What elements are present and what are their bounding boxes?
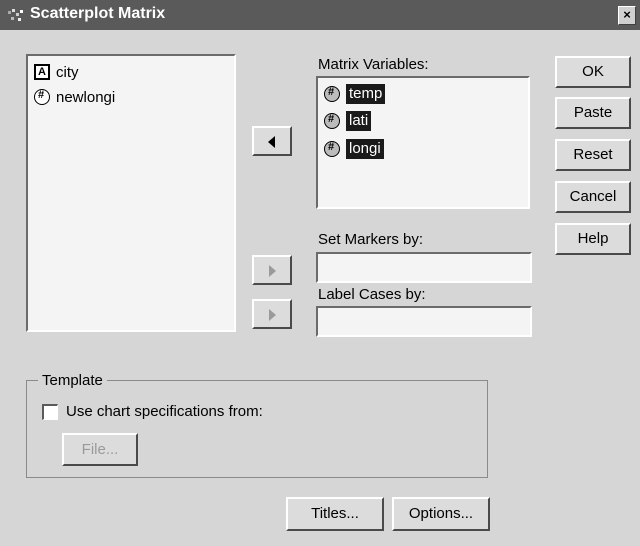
title-bar: Scatterplot Matrix × (0, 0, 640, 30)
arrow-left-icon (268, 136, 275, 148)
move-label-cases-button[interactable] (252, 299, 292, 329)
close-icon: × (623, 7, 631, 22)
label-cases-label: Label Cases by: (318, 286, 426, 303)
label-cases-field[interactable] (316, 306, 532, 337)
cancel-button[interactable]: Cancel (555, 181, 631, 213)
file-button[interactable]: File... (62, 433, 138, 466)
set-markers-field[interactable] (316, 252, 532, 283)
options-button[interactable]: Options... (392, 497, 490, 531)
move-matrix-variables-button[interactable] (252, 126, 292, 156)
help-button[interactable]: Help (555, 223, 631, 255)
arrow-right-icon (269, 265, 276, 277)
use-chart-spec-label: Use chart specifications from: (66, 403, 263, 420)
string-variable-icon: A (34, 64, 50, 80)
list-item[interactable]: longi (324, 138, 384, 160)
numeric-variable-icon (324, 113, 340, 129)
list-item[interactable]: temp (324, 83, 386, 105)
source-variable-list[interactable]: A city newlongi (26, 54, 236, 332)
numeric-variable-icon (34, 89, 50, 105)
numeric-variable-icon (324, 86, 340, 102)
reset-button[interactable]: Reset (555, 139, 631, 171)
paste-button[interactable]: Paste (555, 97, 631, 129)
move-set-markers-button[interactable] (252, 255, 292, 285)
app-icon (8, 9, 23, 21)
template-group-label: Template (38, 372, 107, 389)
list-item[interactable]: A city (34, 61, 79, 83)
matrix-variables-list[interactable]: temp lati longi (316, 76, 530, 209)
ok-button[interactable]: OK (555, 56, 631, 88)
list-item[interactable]: newlongi (34, 86, 115, 108)
use-chart-spec-checkbox[interactable] (42, 404, 58, 420)
numeric-variable-icon (324, 141, 340, 157)
titles-button[interactable]: Titles... (286, 497, 384, 531)
list-item[interactable]: lati (324, 110, 372, 132)
matrix-variables-label: Matrix Variables: (318, 56, 429, 73)
set-markers-label: Set Markers by: (318, 231, 424, 248)
close-button[interactable]: × (618, 6, 636, 25)
arrow-right-icon (269, 309, 276, 321)
window-title: Scatterplot Matrix (30, 5, 166, 22)
